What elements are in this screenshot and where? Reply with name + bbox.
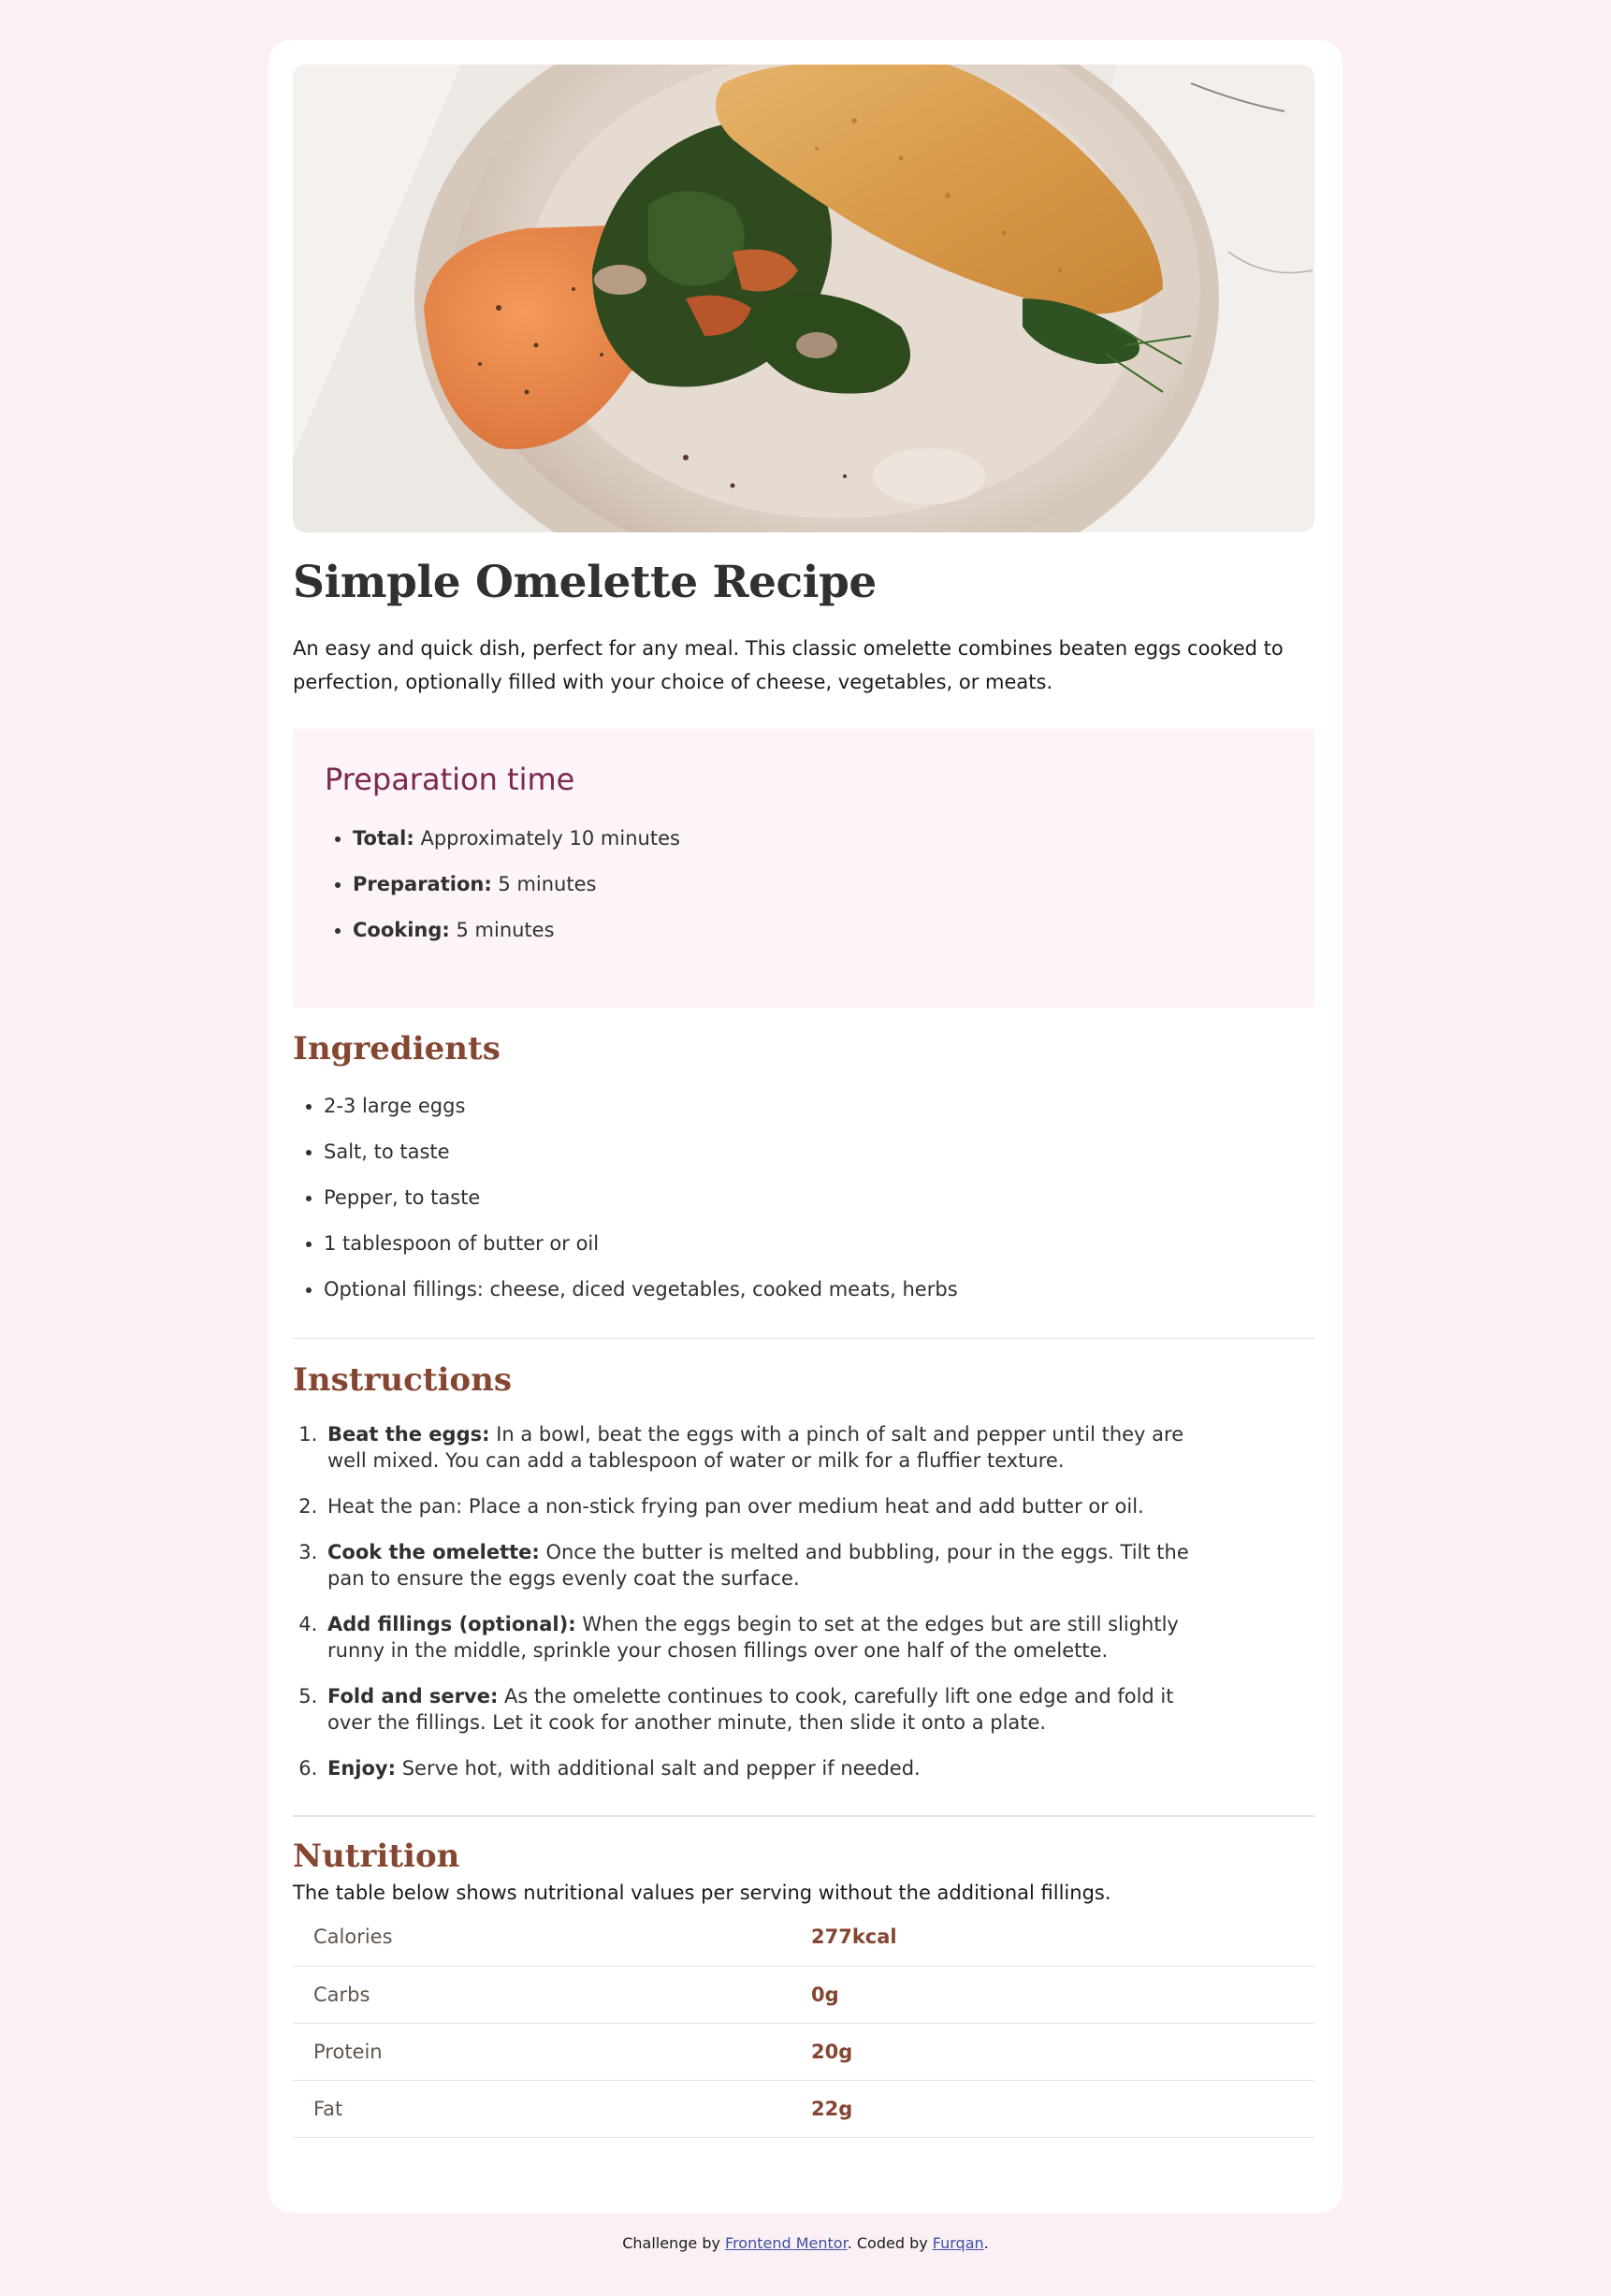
list-item: Heat the pan: Place a non-stick frying p…: [324, 1493, 1191, 1519]
prep-item-label: Cooking:: [353, 919, 450, 941]
divider: [293, 1815, 1314, 1817]
prep-item-preparation: Preparation: 5 minutes: [353, 870, 1283, 898]
nutrient-value: 277kcal: [811, 1909, 1314, 1967]
step-label: Beat the eggs:: [327, 1423, 490, 1446]
list-item: Fold and serve: As the omelette continue…: [324, 1683, 1191, 1736]
step-label: Enjoy:: [327, 1757, 397, 1780]
list-item: 1 tablespoon of butter or oil: [324, 1229, 1318, 1257]
list-item: Beat the eggs: In a bowl, beat the eggs …: [324, 1421, 1191, 1474]
prep-item-cooking: Cooking: 5 minutes: [353, 916, 1283, 944]
nutrition-table: Calories 277kcal Carbs 0g Protein 20g Fat 22…: [293, 1909, 1314, 2138]
table-row: Protein 20g: [293, 2023, 1314, 2081]
prep-item-total: Total: Approximately 10 minutes: [353, 824, 1283, 852]
attribution-footer: Challenge by Frontend Mentor. Coded by F…: [0, 2234, 1611, 2252]
step-label: Cook the omelette:: [327, 1541, 540, 1563]
nutrient-value: 22g: [811, 2080, 1314, 2138]
instructions-heading: Instructions: [293, 1361, 512, 1399]
ingredients-heading: Ingredients: [293, 1030, 501, 1068]
footer-middle: . Coded by: [847, 2234, 933, 2252]
nutrient-name: Protein: [293, 2023, 811, 2081]
step-label: Add fillings (optional):: [327, 1613, 576, 1635]
list-item: Add fillings (optional): When the eggs b…: [324, 1611, 1191, 1664]
list-item: Optional fillings: cheese, diced vegetab…: [324, 1275, 1318, 1303]
recipe-intro: An easy and quick dish, perfect for any …: [293, 637, 1284, 693]
table-row: Calories 277kcal: [293, 1909, 1314, 1967]
list-item: Pepper, to taste: [324, 1184, 1318, 1212]
nutrient-name: Fat: [293, 2080, 811, 2138]
step-text: Heat the pan: Place a non-stick frying p…: [327, 1495, 1144, 1518]
footer-suffix: .: [983, 2234, 989, 2252]
step-text: Serve hot, with additional salt and pepp…: [396, 1757, 921, 1780]
nutrition-heading: Nutrition: [293, 1838, 460, 1875]
table-row: Carbs 0g: [293, 1966, 1314, 2024]
nutrient-value: 0g: [811, 1966, 1314, 2024]
recipe-title: Simple Omelette Recipe: [293, 557, 877, 608]
prep-item-label: Preparation:: [353, 873, 492, 895]
omelette-image: [293, 65, 1314, 532]
divider: [293, 1338, 1314, 1339]
nutrient-name: Carbs: [293, 1966, 811, 2024]
frontend-mentor-link[interactable]: Frontend Mentor: [725, 2234, 848, 2252]
list-item: Salt, to taste: [324, 1138, 1318, 1166]
nutrition-description: The table below shows nutritional values…: [293, 1882, 1111, 1904]
table-row: Fat 22g: [293, 2080, 1314, 2138]
instructions-list: Beat the eggs: In a bowl, beat the eggs …: [293, 1421, 1191, 1781]
ingredients-list: 2-3 large eggs Salt, to taste Pepper, to…: [293, 1092, 1318, 1303]
nutrient-value: 20g: [811, 2023, 1314, 2081]
list-item: Enjoy: Serve hot, with additional salt a…: [324, 1755, 1191, 1781]
step-label: Fold and serve:: [327, 1685, 499, 1707]
nutrient-name: Calories: [293, 1909, 811, 1967]
preparation-list: Total: Approximately 10 minutes Preparat…: [325, 824, 1283, 944]
list-item: Cook the omelette: Once the butter is me…: [324, 1539, 1191, 1591]
footer-prefix: Challenge by: [622, 2234, 726, 2252]
prep-item-value: 5 minutes: [491, 873, 597, 895]
recipe-card: Simple Omelette Recipe An easy and quick…: [268, 40, 1342, 2213]
prep-item-label: Total:: [353, 827, 414, 850]
author-link[interactable]: Furqan: [933, 2234, 984, 2252]
preparation-time-box: Preparation time Total: Approximately 10…: [293, 729, 1314, 1008]
prep-item-value: 5 minutes: [449, 919, 555, 941]
preparation-heading: Preparation time: [325, 762, 575, 797]
list-item: 2-3 large eggs: [324, 1092, 1318, 1120]
prep-item-value: Approximately 10 minutes: [414, 827, 680, 850]
